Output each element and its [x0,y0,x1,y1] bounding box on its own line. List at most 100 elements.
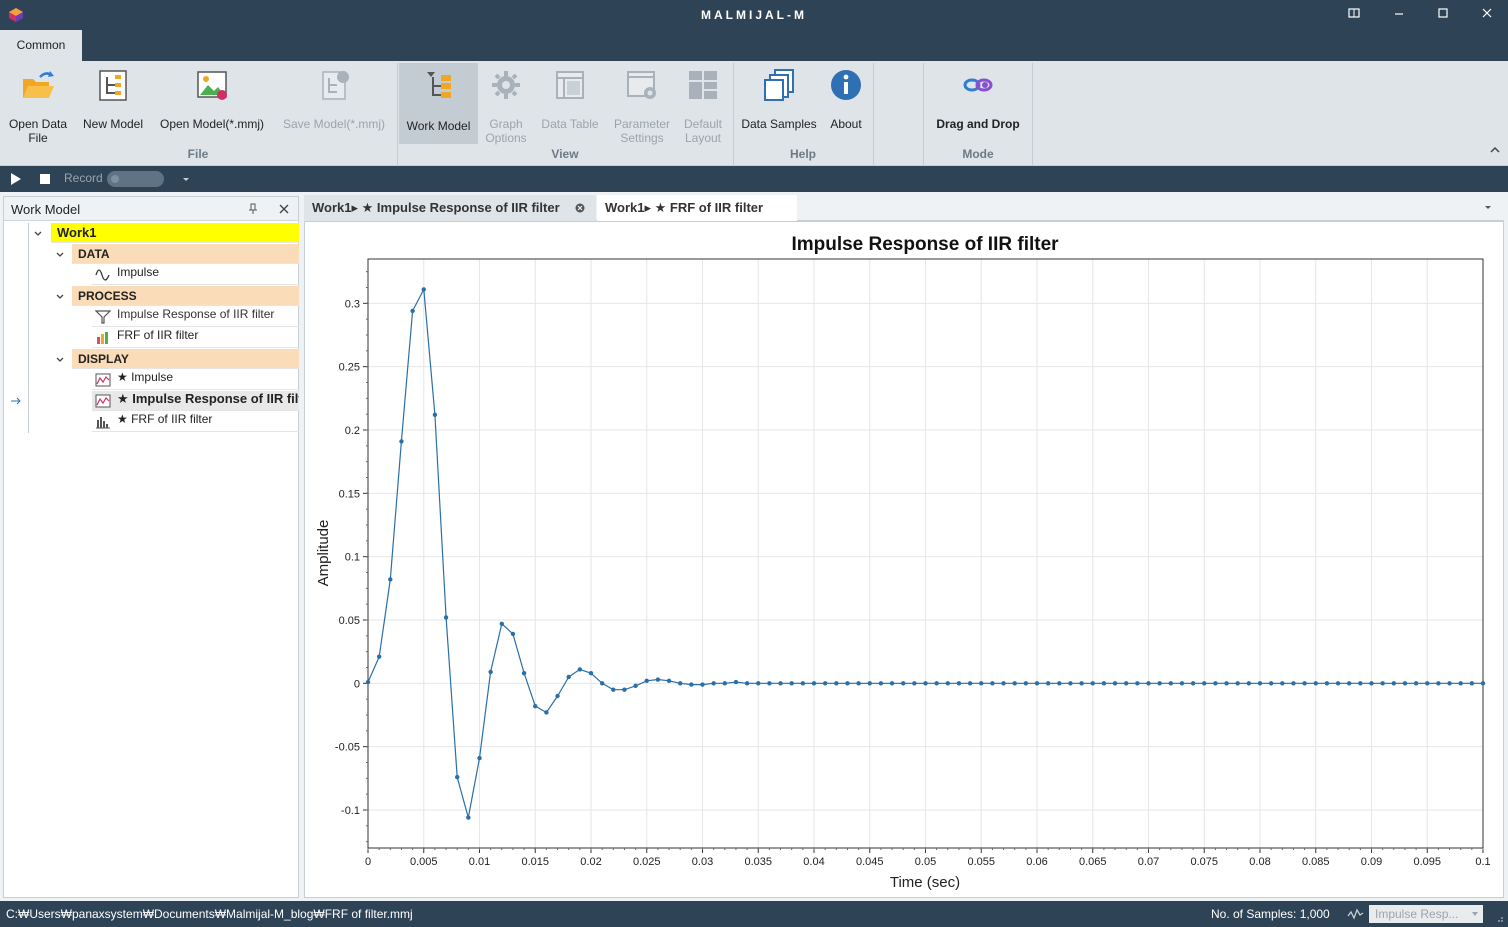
data-point [1246,681,1252,686]
resize-grip-icon[interactable] [1494,911,1504,923]
play-icon[interactable] [9,172,23,186]
data-point [1391,681,1397,686]
tree-item-frf-process[interactable]: FRF of IIR filter [92,328,299,348]
x-tick-label: 0.07 [1138,856,1159,868]
collapse-chevron-icon[interactable] [54,290,66,304]
work-model-label: Work Model [406,119,471,133]
sample-count: No. of Samples: 1,000 [1211,907,1330,921]
dropdown-arrow-icon[interactable] [180,172,192,186]
tab-common[interactable]: Common [0,30,82,61]
tab-frf[interactable]: Work1▸ ★ FRF of IIR filter [597,195,797,221]
data-point [1257,681,1263,686]
pin-icon[interactable] [247,202,259,216]
data-point [1358,681,1363,686]
data-point [432,412,438,417]
tree-root-work1[interactable]: Work1 [51,223,299,243]
maximize-icon[interactable] [1434,6,1452,24]
data-point [1012,681,1017,686]
x-tick-label: 0.025 [633,856,661,868]
tree-section-display[interactable]: DISPLAY [72,349,299,369]
new-model-icon [99,70,127,101]
data-point [811,681,817,686]
data-point [1447,681,1452,686]
record-toggle[interactable] [107,171,164,187]
close-icon[interactable] [1478,6,1496,24]
record-toolbar: Record [0,166,1508,192]
data-point [1124,681,1129,686]
stop-icon[interactable] [38,172,52,186]
parameter-settings-button[interactable]: Parameter Settings [606,61,678,145]
impulse-response-chart[interactable]: Impulse Response of IIR filter Time (sec… [305,222,1503,897]
tree-section-data[interactable]: DATA [72,244,299,264]
ribbon: Open Data File New Model Open Model(*.mm… [0,61,1508,166]
data-point [399,439,404,444]
new-model-button[interactable]: New Model [78,61,148,145]
data-point [744,681,750,686]
data-point [711,681,716,686]
tree-item-impulse-display[interactable]: ★ Impulse [92,370,299,390]
data-point [599,681,605,686]
restore-icon[interactable] [1345,6,1363,24]
tree-item-frf-display[interactable]: ★ FRF of IIR filter [92,412,299,432]
work-model-icon [426,72,451,98]
info-icon [831,70,861,100]
tree-section-process[interactable]: PROCESS [72,286,299,306]
default-layout-button[interactable]: Default Layout [678,61,728,145]
data-table-button[interactable]: Data Table [536,61,604,145]
collapse-chevron-icon[interactable] [54,248,66,262]
x-tick-label: 0.03 [692,856,713,868]
signal-wave-icon [95,269,110,281]
tab-label: Work1▸ ★ FRF of IIR filter [605,200,764,215]
open-model-button[interactable]: Open Model(*.mmj) [154,61,270,145]
x-tick-label: 0.01 [469,856,490,868]
data-point [990,681,995,686]
data-point [1313,681,1318,686]
open-data-file-label-2: File [28,131,48,145]
data-point [421,287,426,292]
data-point [410,308,415,314]
x-tick-label: 0.085 [1302,856,1330,868]
tree-item-label: Impulse [117,265,160,279]
tree-item-label: ★ Impulse [117,370,174,384]
data-point [1057,681,1062,686]
graph-options-label-1: Graph [489,117,523,131]
data-point [388,577,393,582]
data-point [365,679,371,685]
ribbon-tab-strip: Common [0,30,1508,61]
close-panel-icon[interactable] [278,202,290,216]
x-tick-label: 0.075 [1190,856,1218,868]
tree-item-impulse-response-display[interactable]: ★ Impulse Response of IIR filter [92,391,299,411]
tab-impulse-response[interactable]: Work1▸ ★ Impulse Response of IIR filter [304,195,596,221]
open-model-label: Open Model(*.mmj) [159,117,265,131]
save-model-icon [322,71,349,100]
x-tick-label: 0.1 [1475,856,1490,868]
collapse-ribbon-icon[interactable] [1488,143,1502,157]
drag-and-drop-button[interactable]: Drag and Drop [926,61,1030,145]
x-tick-label: 0.035 [744,856,772,868]
open-data-file-label-1: Open Data [8,117,68,131]
tree-item-impulse-response-process[interactable]: Impulse Response of IIR filter [92,307,299,327]
save-model-button[interactable]: Save Model(*.mmj) [276,61,392,145]
data-point [834,681,839,686]
data-point [1469,681,1475,686]
y-tick-label: 0 [354,678,360,690]
x-tick-label: 0.065 [1079,856,1107,868]
data-point [1190,681,1196,686]
work-model-button[interactable]: Work Model [399,63,478,144]
collapse-chevron-icon[interactable] [32,227,44,241]
default-layout-label-2: Layout [684,131,722,145]
minimize-icon[interactable] [1390,6,1408,24]
about-button[interactable]: About [824,61,868,145]
data-samples-button[interactable]: Data Samples [738,61,820,145]
tab-list-dropdown-icon[interactable] [1482,201,1494,213]
graph-options-button[interactable]: Graph Options [478,61,534,145]
data-point [488,669,493,675]
data-point [878,681,884,686]
collapse-chevron-icon[interactable] [54,353,66,367]
tree-item-impulse[interactable]: Impulse [92,265,299,285]
data-point [756,681,761,686]
data-point [1023,681,1029,686]
close-tab-icon[interactable] [575,203,585,213]
open-data-file-button[interactable]: Open Data File [4,61,72,145]
display-selector[interactable]: Impulse Resp... [1369,905,1483,923]
